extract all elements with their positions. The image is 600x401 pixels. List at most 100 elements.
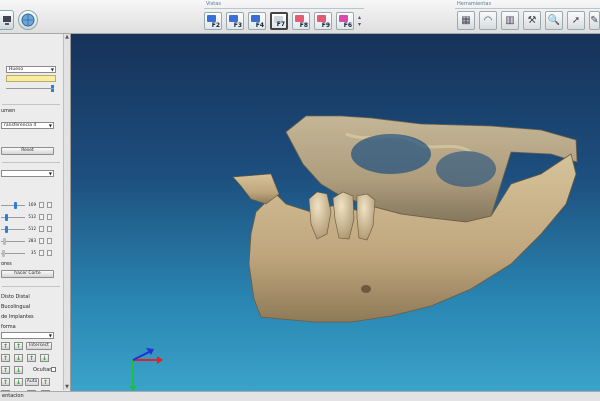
decrement-spin-button[interactable]	[39, 250, 44, 256]
slice-slider-thumb[interactable]	[3, 238, 6, 245]
view-button-f4[interactable]: F4	[248, 12, 266, 30]
axis-gizmo	[129, 348, 163, 391]
intersect-button[interactable]: Intersect	[26, 342, 52, 350]
slice-slider-thumb[interactable]	[2, 250, 5, 257]
vistas-group-label: Vistas	[206, 1, 221, 7]
3d-viewport[interactable]	[71, 34, 600, 391]
properties-panel: ▲ ▼ Hueso ▼ umen ransferencia 4 ▼ Reset ▼ …	[0, 34, 71, 400]
increment-spin-button[interactable]	[47, 250, 52, 256]
forma-label: forma	[1, 324, 16, 330]
slice-value: 512	[28, 226, 36, 231]
ocultar-checkbox[interactable]	[51, 367, 56, 372]
slice-slider-track[interactable]	[1, 205, 25, 206]
slice-value: 35	[30, 250, 36, 255]
view-button-f9[interactable]: F9	[314, 12, 332, 30]
up-arrow-icon[interactable]: ↑	[1, 378, 10, 386]
slice-value: 283	[28, 238, 36, 243]
auto-button[interactable]: Auto	[25, 378, 39, 386]
mental-foramen	[361, 285, 371, 293]
slice-slider-thumb[interactable]	[5, 226, 8, 233]
ocultar-label: Ocultar	[33, 367, 52, 373]
view-button-f8[interactable]: F8	[292, 12, 310, 30]
make-cut-button[interactable]: hacer Corte	[1, 270, 54, 278]
view-key-label: F3	[233, 22, 242, 29]
pointer-icon[interactable]: ➚	[567, 11, 585, 30]
herramientas-divider	[455, 8, 600, 9]
mandible-render	[129, 115, 578, 391]
down-arrow-icon[interactable]: ↓	[14, 366, 23, 374]
section-divider-2	[2, 162, 60, 163]
wrench-icon[interactable]: ⚒	[523, 11, 541, 30]
view-key-label: F6	[343, 22, 352, 29]
view-button-f6[interactable]: F6	[336, 12, 354, 30]
view-icon	[207, 15, 216, 22]
section-divider	[2, 104, 60, 105]
globe-icon[interactable]	[18, 10, 38, 30]
status-text: entacion	[2, 393, 24, 399]
up-arrow-icon[interactable]: ↑	[41, 378, 50, 386]
section-divider-3	[2, 286, 60, 287]
opacity-slider-track[interactable]	[6, 88, 54, 89]
volume-section-title: umen	[1, 108, 16, 114]
slice-value: 169	[28, 202, 36, 207]
up-arrow-icon[interactable]: ↑	[1, 342, 10, 350]
view-key-label: F2	[211, 22, 220, 29]
decrement-spin-button[interactable]	[39, 214, 44, 220]
down-arrow-icon[interactable]: ↓	[40, 354, 49, 362]
slice-value: 512	[28, 214, 36, 219]
view-icon	[251, 15, 260, 22]
views-more-arrow[interactable]: ▴ ▾	[358, 14, 361, 28]
panel-scrollbar[interactable]: ▲ ▼	[63, 34, 70, 390]
monitor-icon[interactable]	[0, 10, 14, 30]
view-icon	[339, 15, 348, 22]
view-button-f7[interactable]: F7	[270, 12, 288, 30]
view-button-f3[interactable]: F3	[226, 12, 244, 30]
view-key-label: F4	[255, 22, 264, 29]
view-key-label: F7	[276, 21, 285, 28]
view-key-label: F8	[299, 22, 308, 29]
reset-button[interactable]: Reset	[1, 147, 54, 155]
magnifier-icon[interactable]: 🔍	[545, 11, 563, 30]
down-arrow-icon[interactable]: ↓	[14, 378, 23, 386]
view-icon	[317, 15, 326, 22]
up-arrow-icon[interactable]: ↑	[1, 354, 10, 362]
slice-combo[interactable]: ▼	[1, 170, 54, 177]
view-button-f2[interactable]: F2	[204, 12, 222, 30]
view-key-label: F9	[321, 22, 330, 29]
increment-spin-button[interactable]	[47, 226, 52, 232]
pen-icon[interactable]: ✎	[589, 11, 600, 30]
cut-type-radio[interactable]: Disto Distal	[1, 294, 30, 300]
herramientas-group-label: Herramientas	[457, 1, 492, 7]
increment-spin-button[interactable]	[47, 202, 52, 208]
scroll-down-icon[interactable]: ▼	[64, 384, 70, 390]
view-icon	[229, 15, 238, 22]
forma-combo[interactable]: ▼	[1, 332, 54, 339]
decrement-spin-button[interactable]	[39, 226, 44, 232]
ramus-hole	[351, 134, 431, 174]
up-arrow-icon[interactable]: ↑	[14, 342, 23, 350]
slice-slider-thumb[interactable]	[14, 202, 17, 209]
vistas-divider	[204, 8, 364, 9]
sections-icon[interactable]: ▥	[501, 11, 519, 30]
color-swatch[interactable]	[6, 75, 56, 82]
cut-type-radio[interactable]: de Implantes	[1, 314, 34, 320]
rainbow-icon[interactable]: ◠	[479, 11, 497, 30]
increment-spin-button[interactable]	[47, 214, 52, 220]
down-arrow-icon[interactable]: ↓	[14, 354, 23, 362]
decrement-spin-button[interactable]	[39, 202, 44, 208]
cut-type-radio[interactable]: Bucolingual	[1, 304, 30, 310]
material-combo-value: Hueso	[9, 67, 24, 72]
transfer-function-combo[interactable]: ransferencia 4 ▼	[1, 122, 54, 129]
decrement-spin-button[interactable]	[39, 238, 44, 244]
transfer-function-value: ransferencia 4	[4, 123, 37, 128]
material-combo[interactable]: Hueso ▼	[6, 66, 56, 73]
slice-slider-thumb[interactable]	[5, 214, 8, 221]
view-icon	[295, 15, 304, 22]
up-arrow-icon[interactable]: ↑	[1, 366, 10, 374]
increment-spin-button[interactable]	[47, 238, 52, 244]
up-arrow-icon[interactable]: ↑	[27, 354, 36, 362]
scroll-up-icon[interactable]: ▲	[64, 34, 70, 40]
layout-icon[interactable]: ▦	[457, 11, 475, 30]
ramus-hole-2	[436, 151, 496, 187]
coronoid	[232, 173, 280, 205]
